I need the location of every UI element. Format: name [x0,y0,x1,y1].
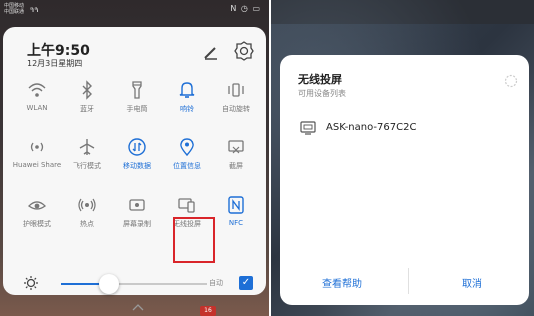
tile-label: 响铃 [180,105,194,113]
tile-wlan[interactable]: WLAN [11,80,63,112]
screen-record-icon [129,199,145,211]
tile-label: 飞行模式 [73,162,101,170]
right-phone-screen: 无线投屏 可用设备列表 ASK-nano-767C2C 查看帮助 取消 [271,0,534,316]
tile-eye-comfort[interactable]: 护眼模式 [11,195,63,229]
slider-track [109,283,207,285]
eye-comfort-icon [28,201,46,210]
help-button[interactable]: 查看帮助 [322,275,362,290]
clock-time: 上午9:50 [27,43,90,59]
projection-dialog: 无线投屏 可用设备列表 ASK-nano-767C2C 查看帮助 取消 [280,55,529,305]
tile-bluetooth[interactable]: 蓝牙 [61,80,113,114]
tile-label: 移动数据 [123,162,151,170]
huawei-share-icon [30,142,44,152]
bluetooth-icon [82,80,92,100]
tv-icon [300,121,316,135]
tile-label: 位置信息 [173,162,201,170]
tile-label: 护眼模式 [23,220,51,228]
bell-icon [179,82,195,98]
screenshot-root: 中国移动 中国联通 ᵃᵢₗ ᵃᵢₗ N ◷ ▭ 上午9:50 12月3日星期四 [0,0,534,316]
tile-label: 截屏 [229,162,243,170]
tile-label: Huawei Share [12,161,62,169]
left-phone-screen: 中国移动 中国联通 ᵃᵢₗ ᵃᵢₗ N ◷ ▭ 上午9:50 12月3日星期四 [0,0,269,316]
tile-screen-record[interactable]: 屏幕录制 [111,195,163,229]
location-icon [180,138,194,157]
gear-icon[interactable] [233,40,255,62]
wifi-icon [28,83,46,97]
tile-huawei-share[interactable]: Huawei Share [11,137,63,169]
dialog-title: 无线投屏 [298,73,342,86]
status-bar: 中国移动 中国联通 ᵃᵢₗ ᵃᵢₗ N ◷ ▭ [0,0,269,18]
auto-brightness-checkbox[interactable]: ✓ [239,276,253,290]
rotate-icon [228,83,244,97]
flashlight-icon [132,81,142,99]
tile-location[interactable]: 位置信息 [161,137,213,171]
tile-label: 手电筒 [126,105,148,113]
signal-icon: ᵃᵢₗ ᵃᵢₗ [30,5,38,14]
tile-label: NFC [228,219,244,227]
loading-spinner-icon [504,74,518,88]
cancel-button[interactable]: 取消 [462,275,482,290]
nfc-icon [228,196,244,214]
tile-ring[interactable]: 响铃 [161,80,213,114]
tile-label: 蓝牙 [80,105,94,113]
highlight-box [173,217,215,263]
dialog-subtitle: 可用设备列表 [298,89,346,98]
brightness-icon [24,276,38,290]
clock-date: 12月3日星期四 [27,59,83,68]
quick-settings-panel: 上午9:50 12月3日星期四 WLAN 蓝牙 手电筒 响铃 自动旋转 Huaw… [3,27,266,311]
tile-auto-rotate[interactable]: 自动旋转 [210,80,262,114]
hotspot-icon [78,198,96,212]
slider-thumb[interactable] [99,274,119,294]
device-name: ASK-nano-767C2C [326,122,417,133]
tile-airplane[interactable]: 飞行模式 [61,137,113,171]
tile-screenshot[interactable]: 截屏 [210,137,262,171]
tile-label: WLAN [26,104,48,112]
tile-label: 屏幕录制 [123,220,151,228]
tile-label: 热点 [80,220,94,228]
tile-mobile-data[interactable]: 移动数据 [111,137,163,171]
carrier-line-2: 中国联通 [4,9,25,15]
auto-brightness-label: 自动 [209,279,223,287]
tile-label: 自动旋转 [222,105,250,113]
tile-nfc[interactable]: NFC [210,195,262,227]
tile-hotspot[interactable]: 热点 [61,195,113,229]
mobile-data-icon [128,138,146,156]
wireless-projection-icon [178,198,195,213]
brightness-slider[interactable]: 自动 ✓ [3,274,266,295]
airplane-icon [79,139,95,155]
status-icons: N ◷ ▭ [230,4,261,13]
edit-icon[interactable] [201,43,221,63]
notification-badge: 16 [200,306,216,316]
carrier-label: 中国移动 中国联通 [4,3,24,15]
button-divider [408,268,409,294]
tile-flashlight[interactable]: 手电筒 [111,80,163,114]
chevron-up-icon[interactable] [131,303,145,311]
screenshot-icon [228,140,244,154]
